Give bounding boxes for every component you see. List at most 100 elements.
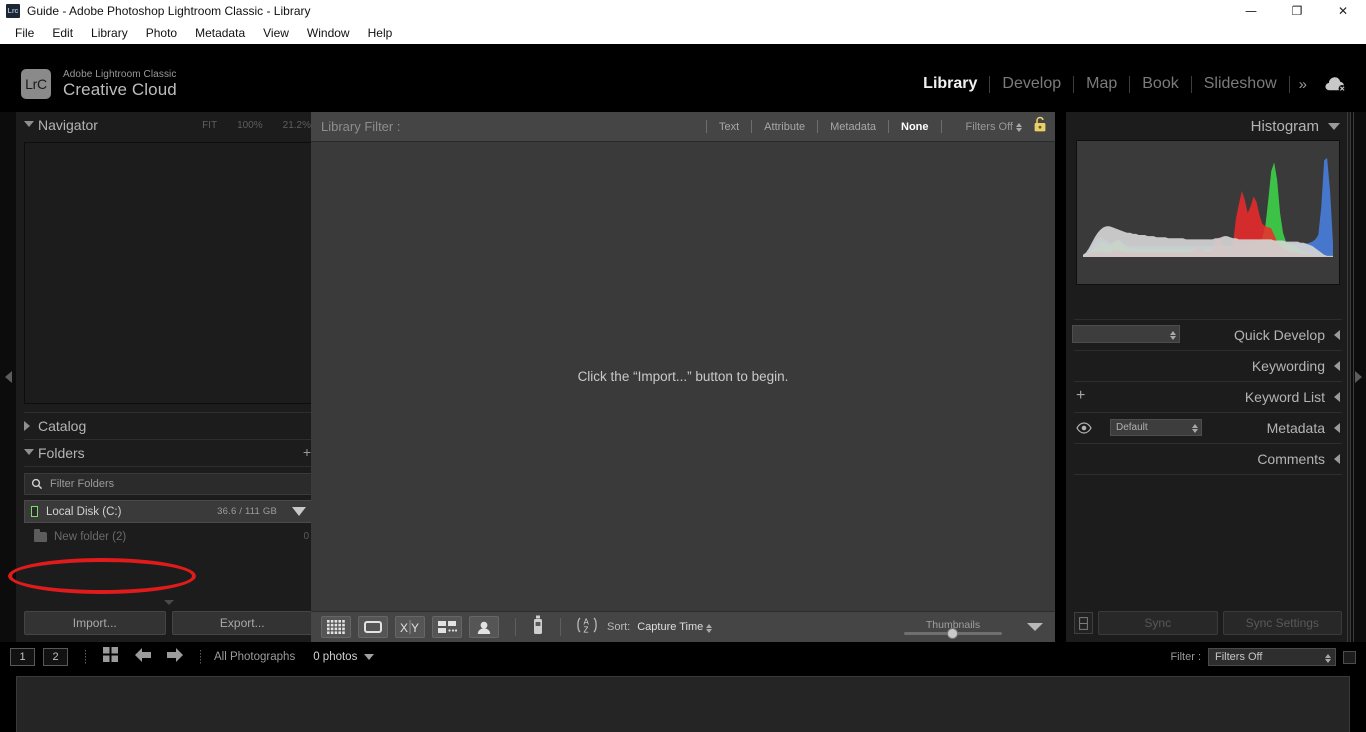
survey-view-icon[interactable] [432, 616, 462, 638]
navigator-zoom-100[interactable]: 100% [237, 120, 263, 131]
auto-sync-toggle[interactable] [1074, 612, 1093, 634]
lightroom-app: LrC Adobe Lightroom Classic Creative Clo… [0, 44, 1366, 732]
eye-icon[interactable] [1076, 421, 1092, 439]
menu-item-window[interactable]: Window [298, 24, 359, 42]
chevron-left-icon[interactable] [1334, 423, 1340, 433]
filters-state-stepper[interactable] [1016, 123, 1022, 132]
filter-tab-metadata[interactable]: Metadata [824, 121, 882, 133]
catalog-header[interactable]: Catalog [16, 413, 321, 439]
quick-develop-preset-select[interactable] [1072, 325, 1180, 343]
module-library[interactable]: Library [911, 75, 989, 93]
spray-can-icon[interactable] [531, 615, 545, 640]
keyword-list-header[interactable]: + Keyword List [1066, 382, 1350, 412]
folder-icon [34, 528, 47, 542]
app-icon: Lrc [6, 4, 20, 18]
thumbnails-slider-knob[interactable] [947, 628, 958, 639]
folder-row[interactable]: New folder (2) 0 [24, 526, 313, 547]
screen-1-button[interactable]: 1 [10, 648, 35, 666]
preset-stepper[interactable] [1170, 330, 1176, 340]
export-button[interactable]: Export... [171, 611, 313, 635]
navigator-zoom-custom[interactable]: 21.2% [283, 120, 311, 131]
chevron-left-icon[interactable] [1334, 392, 1340, 402]
navigator-preview[interactable] [24, 142, 313, 404]
navigator-header[interactable]: Navigator FIT 100% 21.2% [16, 112, 321, 138]
screen-2-button[interactable]: 2 [43, 648, 68, 666]
module-slideshow[interactable]: Slideshow [1192, 75, 1289, 93]
filmstrip-source-label[interactable]: All Photographs [214, 651, 295, 663]
menu-item-help[interactable]: Help [359, 24, 402, 42]
add-folder-icon[interactable]: + [303, 445, 311, 459]
cloud-off-icon[interactable] [1322, 73, 1348, 95]
filters-state-label[interactable]: Filters Off [966, 121, 1013, 133]
module-map[interactable]: Map [1074, 75, 1129, 93]
volume-row-local-disk-c[interactable]: Local Disk (C:) 36.6 / 111 GB [24, 500, 313, 523]
filmstrip-filter-select[interactable]: Filters Off [1208, 648, 1336, 666]
filter-tab-attribute[interactable]: Attribute [758, 121, 811, 133]
metadata-preset-select[interactable]: Default [1110, 419, 1202, 436]
comments-header[interactable]: Comments [1066, 444, 1350, 474]
module-book[interactable]: Book [1130, 75, 1190, 93]
filmstrip-flag-icon[interactable] [1343, 650, 1356, 664]
grid-view-area[interactable]: Click the “Import...” button to begin. [311, 142, 1055, 611]
sync-button[interactable]: Sync [1098, 611, 1218, 635]
chevron-left-icon[interactable] [1334, 330, 1340, 340]
sync-settings-button[interactable]: Sync Settings [1222, 611, 1342, 635]
grid-view-icon[interactable] [321, 616, 351, 638]
import-button[interactable]: Import... [24, 611, 166, 635]
menu-item-metadata[interactable]: Metadata [186, 24, 254, 42]
arrow-left-icon[interactable] [134, 647, 152, 668]
loupe-view-icon[interactable] [358, 616, 388, 638]
filmstrip-separator [85, 650, 86, 664]
histogram-chart[interactable] [1076, 140, 1340, 285]
grid-icon[interactable] [103, 646, 119, 668]
sort-value[interactable]: Capture Time [637, 621, 703, 633]
toolbar-options-caret-icon[interactable] [1027, 623, 1043, 631]
thumbnails-slider[interactable] [904, 628, 1002, 639]
metadata-preset-value: Default [1116, 422, 1148, 433]
quick-develop-header[interactable]: Quick Develop [1066, 320, 1350, 350]
chevron-down-icon [24, 121, 34, 127]
unlock-icon[interactable] [1033, 116, 1047, 138]
keywording-header[interactable]: Keywording [1066, 351, 1350, 381]
left-panel-buttons: Import... Export... [16, 600, 321, 642]
chevron-left-icon[interactable] [1334, 361, 1340, 371]
chevron-down-icon[interactable] [1328, 122, 1340, 130]
module-develop[interactable]: Develop [990, 75, 1073, 93]
filter-tab-none[interactable]: None [895, 121, 935, 133]
add-keyword-icon[interactable]: + [1076, 388, 1085, 404]
sort-az-icon[interactable]: A Z [574, 616, 600, 639]
maximize-button[interactable]: ❐ [1274, 0, 1320, 22]
volume-caret-down-icon[interactable] [292, 507, 306, 516]
identity-product-name: Adobe Lightroom Classic [63, 68, 177, 80]
folders-header[interactable]: Folders + [16, 440, 321, 466]
menu-item-library[interactable]: Library [82, 24, 137, 42]
filter-tab-text[interactable]: Text [713, 121, 745, 133]
metadata-header[interactable]: Default Metadata [1066, 413, 1350, 443]
left-panel-toggle[interactable] [0, 112, 16, 642]
filmstrip-photo-count: 0 photos [313, 651, 358, 663]
menu-item-view[interactable]: View [254, 24, 298, 42]
module-overflow-chevron-icon[interactable]: » [1290, 76, 1316, 93]
minimize-button[interactable]: — [1228, 0, 1274, 22]
arrow-right-icon[interactable] [166, 647, 184, 668]
filmstrip-thumbnail-strip[interactable] [16, 676, 1350, 732]
panel-resize-grip[interactable] [164, 600, 174, 605]
compare-view-icon[interactable]: X Y [395, 616, 425, 638]
filmstrip-filter-stepper[interactable] [1325, 653, 1331, 663]
chevron-left-icon[interactable] [1334, 454, 1340, 464]
navigator-zoom-fit[interactable]: FIT [202, 120, 217, 131]
menu-item-edit[interactable]: Edit [43, 24, 82, 42]
metadata-stepper[interactable] [1192, 424, 1198, 433]
comments-title: Comments [1257, 451, 1325, 467]
filter-folders-input[interactable]: Filter Folders [24, 473, 313, 495]
close-button[interactable]: ✕ [1320, 0, 1366, 22]
people-view-icon[interactable] [469, 616, 499, 638]
filmstrip-source-caret-icon[interactable] [364, 654, 375, 660]
histogram-svg [1083, 158, 1333, 257]
histogram-header[interactable]: Histogram [1066, 112, 1350, 140]
menu-item-photo[interactable]: Photo [137, 24, 186, 42]
right-panel-buttons: Sync Sync Settings [1066, 604, 1350, 642]
sort-stepper[interactable] [706, 623, 713, 633]
right-panel-resize-grip[interactable] [1347, 112, 1356, 642]
menu-item-file[interactable]: File [6, 24, 43, 42]
